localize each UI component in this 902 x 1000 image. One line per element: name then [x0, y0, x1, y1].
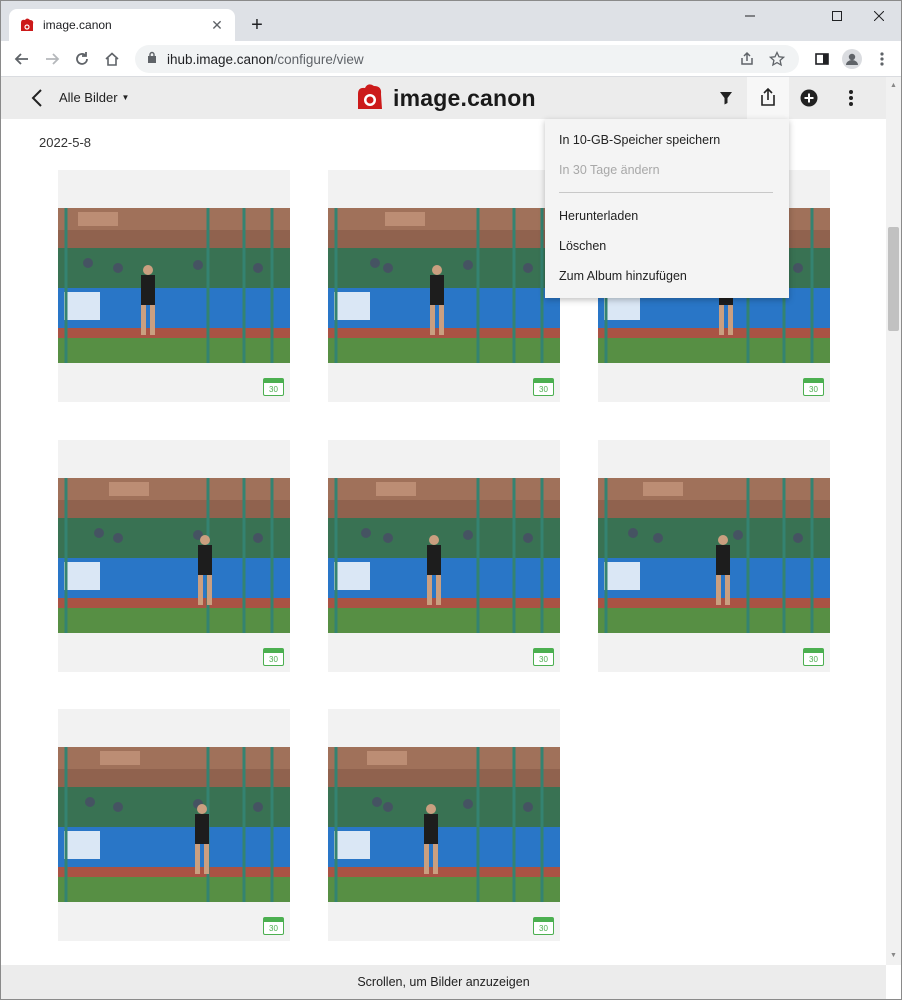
calendar-30-days-icon: 30: [533, 648, 554, 666]
badge-count: 30: [539, 655, 548, 664]
new-tab-button[interactable]: +: [245, 13, 269, 37]
side-panel-icon[interactable]: [809, 46, 835, 72]
photo-card[interactable]: 30: [328, 440, 560, 672]
minimize-icon[interactable]: [727, 1, 773, 31]
calendar-30-days-icon: 30: [533, 378, 554, 396]
menu-divider: [559, 192, 773, 193]
share-dropdown-menu: In 10-GB-Speicher speichern In 30 Tage ä…: [545, 119, 789, 298]
image-canon-logo: image.canon: [355, 82, 536, 115]
badge-count: 30: [539, 385, 548, 394]
add-circle-icon[interactable]: [796, 85, 822, 111]
scroll-hint-footer: Scrollen, um Bilder anzuzeigen: [1, 965, 886, 999]
home-icon[interactable]: [99, 46, 125, 72]
photo-thumbnail[interactable]: [58, 747, 290, 902]
window-close-icon[interactable]: [857, 1, 901, 31]
album-selector-label: Alle Bilder: [59, 90, 118, 105]
scroll-down-icon[interactable]: ▼: [889, 951, 898, 960]
browser-window: image.canon ✕ + ihub.image.canon/configu…: [0, 0, 902, 1000]
filter-icon[interactable]: [713, 85, 739, 111]
photo-thumbnail[interactable]: [328, 747, 560, 902]
menu-item-change-30-days: In 30 Tage ändern: [559, 163, 660, 177]
photo-card[interactable]: 30: [328, 170, 560, 402]
scroll-up-icon[interactable]: ▲: [889, 81, 898, 90]
photo-card[interactable]: 30: [58, 709, 290, 941]
lock-icon: [147, 50, 157, 68]
badge-count: 30: [269, 385, 278, 394]
share-button[interactable]: [747, 77, 789, 119]
photo-card[interactable]: 30: [328, 709, 560, 941]
photo-thumbnail[interactable]: [58, 478, 290, 633]
logo-text: image.canon: [393, 85, 536, 111]
photo-thumbnail[interactable]: [598, 478, 830, 633]
date-heading: 2022-5-8: [39, 135, 92, 150]
menu-item-save-10gb[interactable]: In 10-GB-Speicher speichern: [559, 133, 720, 147]
tab-close-icon[interactable]: ✕: [209, 17, 225, 33]
reload-icon[interactable]: [69, 46, 95, 72]
forward-arrow-icon[interactable]: [39, 46, 65, 72]
menu-item-delete[interactable]: Löschen: [559, 239, 606, 253]
tab-title: image.canon: [43, 18, 112, 32]
canon-favicon-icon: [19, 17, 35, 33]
profile-avatar-icon[interactable]: [839, 46, 865, 72]
calendar-30-days-icon: 30: [803, 378, 824, 396]
address-bar[interactable]: ihub.image.canon/configure/view: [135, 45, 799, 73]
url-path: /configure/view: [273, 51, 364, 67]
badge-count: 30: [269, 655, 278, 664]
calendar-30-days-icon: 30: [263, 648, 284, 666]
badge-count: 30: [539, 924, 548, 933]
photo-card[interactable]: 30: [58, 440, 290, 672]
browser-toolbar: ihub.image.canon/configure/view: [1, 41, 901, 77]
url-host: ihub.image.canon: [167, 51, 274, 67]
badge-count: 30: [809, 655, 818, 664]
calendar-30-days-icon: 30: [803, 648, 824, 666]
browser-tab[interactable]: image.canon ✕: [9, 9, 235, 41]
photo-thumbnail[interactable]: [58, 208, 290, 363]
photo-card[interactable]: 30: [598, 440, 830, 672]
photo-thumbnail[interactable]: [328, 478, 560, 633]
badge-count: 30: [809, 385, 818, 394]
vertical-scrollbar[interactable]: ▲ ▼: [886, 77, 901, 965]
calendar-30-days-icon: 30: [263, 378, 284, 396]
photo-thumbnail[interactable]: [328, 208, 560, 363]
photo-card[interactable]: 30: [58, 170, 290, 402]
bookmark-star-icon[interactable]: [768, 50, 786, 72]
app-header: Alle Bilder ▼ image.canon: [1, 77, 886, 119]
maximize-icon[interactable]: [815, 1, 859, 31]
menu-item-add-to-album[interactable]: Zum Album hinzufügen: [559, 269, 687, 283]
calendar-30-days-icon: 30: [533, 917, 554, 935]
app-back-icon[interactable]: [27, 86, 47, 110]
more-options-icon[interactable]: [838, 85, 864, 111]
url-text: ihub.image.canon/configure/view: [167, 52, 364, 67]
calendar-30-days-icon: 30: [263, 917, 284, 935]
album-selector-dropdown[interactable]: Alle Bilder ▼: [59, 90, 129, 105]
scrollbar-thumb[interactable]: [888, 227, 899, 331]
share-icon: [759, 87, 777, 112]
share-page-icon[interactable]: [739, 51, 755, 72]
badge-count: 30: [269, 924, 278, 933]
tab-strip: image.canon ✕ +: [1, 1, 901, 41]
back-arrow-icon[interactable]: [9, 46, 35, 72]
browser-menu-icon[interactable]: [869, 46, 895, 72]
caret-down-icon: ▼: [121, 93, 130, 102]
canon-cloud-camera-icon: [355, 82, 385, 115]
menu-item-download[interactable]: Herunterladen: [559, 209, 638, 223]
